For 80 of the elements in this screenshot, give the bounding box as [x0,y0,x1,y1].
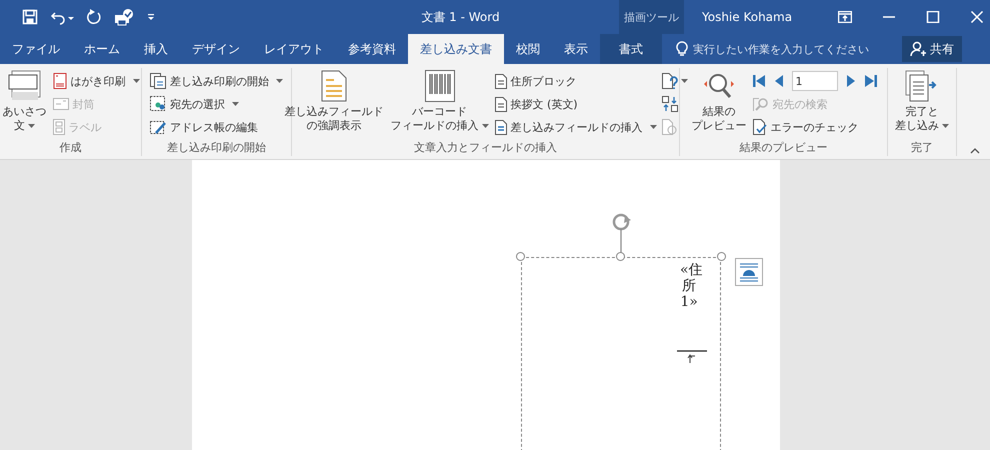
ribbon-tab[interactable]: 表示 [552,34,600,64]
ribbon-tab[interactable]: レイアウト [252,34,336,64]
ribbon-display-icon[interactable] [838,11,852,23]
document-icon [494,96,506,112]
envelope-icon [52,98,68,110]
ribbon-button[interactable]: 差し込み印刷の開始 [150,70,283,92]
magnifier-icon [752,96,768,112]
ribbon-button[interactable]: 差し込みフィールドの挿入 [494,116,656,138]
document-question-icon [662,73,678,89]
greeting-card-icon [8,70,42,102]
ribbon-tab[interactable]: 挿入 [132,34,180,64]
window-title: 文書 1 - Word [420,8,501,26]
dropdown-caret-icon [28,124,35,128]
ribbon-tab[interactable]: 書式 [600,34,662,64]
ribbon-large-button[interactable]: バーコード フィールドの挿入 [390,68,490,133]
ribbon-tab[interactable]: 参考資料 [336,34,408,64]
document-icon [494,120,506,134]
ribbon-button[interactable]: 住所ブロック [494,70,656,92]
ribbon-button[interactable]: はがき印刷 [52,70,140,92]
ribbon-tab[interactable]: ホーム [72,34,132,64]
share-button[interactable]: 共有 [902,36,962,62]
person-add-icon [910,41,926,57]
ribbon-button[interactable]: 挨拶文 (英文) [494,93,656,115]
document-arrow-icon [905,70,939,102]
dropdown-caret-icon [132,79,140,83]
lightbulb-icon [676,41,688,57]
document-refresh-icon [662,119,678,135]
ribbon-icon-button[interactable] [662,70,688,92]
close-icon[interactable] [970,11,984,23]
dropdown-caret-icon [232,102,239,106]
last-record-icon[interactable] [864,75,876,87]
dropdown-caret-icon [942,124,949,128]
ribbon-tab[interactable]: 校閲 [504,34,552,64]
next-record-icon[interactable] [846,75,856,87]
documents-icon [150,73,166,89]
customize-caret-icon[interactable] [146,12,156,22]
tell-me-field[interactable]: 実行したい作業を入力してください [676,34,902,64]
save-icon[interactable] [22,9,38,25]
maximize-icon[interactable] [926,11,940,23]
resize-handle[interactable] [516,252,525,261]
dropdown-caret-icon [276,79,283,83]
ribbon-button[interactable]: アドレス帳の編集 [150,116,283,138]
ribbon-large-button[interactable]: 結果の プレビュー [690,68,748,133]
people-list-icon [150,96,166,112]
previous-record-icon[interactable] [774,75,784,87]
collapse-ribbon-icon[interactable] [970,148,980,154]
record-number-field[interactable]: 1 [792,71,838,91]
contextual-tool-label: 描画ツール [619,0,684,34]
list-pencil-icon [150,119,166,135]
ribbon-tab[interactable]: ファイル [0,34,72,64]
dropdown-caret-icon [680,79,688,83]
redo-icon[interactable] [86,9,102,25]
group-label: 結果のプレビュー [738,140,828,156]
group-label: 作成 [58,140,82,156]
ribbon-tab[interactable]: 差し込み文書 [408,34,504,64]
barcode-icon [424,70,454,102]
resize-handle[interactable] [717,252,726,261]
ribbon-large-button[interactable]: 完了と 差し込み [894,68,950,133]
first-record-icon[interactable] [752,75,766,87]
group-label: 完了 [910,140,934,156]
paragraph-mark-icon [676,350,708,364]
printer-check-icon[interactable] [114,8,134,26]
ribbon-large-button[interactable]: あいさつ 文 [2,68,48,133]
user-name: Yoshie Kohama [701,10,794,24]
ribbon-button[interactable]: エラーのチェック [752,116,876,138]
postcard-icon [52,73,66,89]
group-label: 文章入力とフィールドの挿入 [413,140,558,156]
dropdown-caret-icon [650,125,656,129]
ribbon-button[interactable]: 宛先の選択 [150,93,283,115]
match-fields-icon [662,96,678,112]
ribbon-tab[interactable]: デザイン [180,34,252,64]
layout-options-icon[interactable] [735,258,763,286]
document-fields-icon [321,70,347,102]
dropdown-caret-icon [482,124,488,128]
ribbon-large-button[interactable]: 差し込みフィールド の強調表示 [284,68,384,133]
document-icon [494,74,506,88]
group-label: 差し込み印刷の開始 [166,140,267,156]
document-check-icon [752,119,766,135]
label-sheet-icon [52,119,64,135]
resize-handle[interactable] [616,252,625,261]
